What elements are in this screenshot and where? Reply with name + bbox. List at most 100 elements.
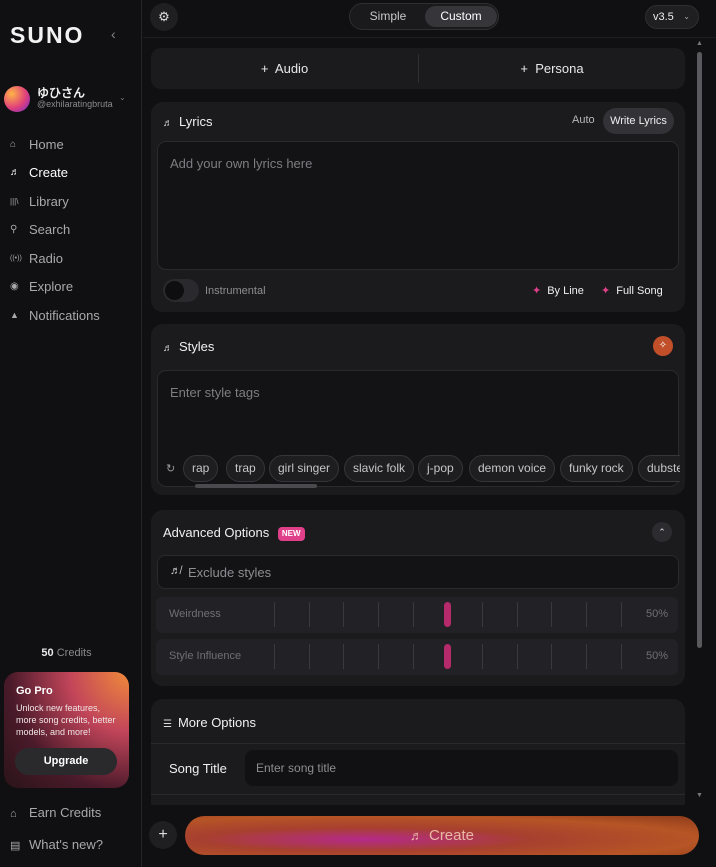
top-bar: ⚙ Simple Custom v3.5 ⌄: [143, 0, 716, 38]
styles-title-text: Styles: [179, 339, 215, 354]
list-icon: ☰: [163, 719, 172, 730]
settings-button[interactable]: ⚙: [150, 3, 178, 31]
lyrics-input[interactable]: Add your own lyrics here: [157, 141, 679, 270]
exclude-icon: ♬̸: [170, 565, 181, 577]
advanced-options-title[interactable]: Advanced Options NEW: [163, 525, 305, 541]
sidebar-item-label: Explore: [29, 279, 74, 295]
style-influence-label: Style Influence: [169, 650, 242, 662]
new-badge: NEW: [277, 527, 305, 541]
instrumental-toggle[interactable]: [163, 279, 199, 302]
go-pro-description: Unlock new features, more song credits, …: [16, 703, 116, 737]
tick: [378, 644, 379, 669]
styles-title: ♬ Styles: [163, 339, 214, 354]
slider-handle[interactable]: [444, 602, 451, 627]
exclude-styles-input[interactable]: ♬̸ Exclude styles: [157, 555, 679, 589]
full-song-label: Full Song: [616, 285, 663, 297]
scroll-up-icon[interactable]: ▲: [696, 40, 703, 47]
tick: [621, 644, 622, 669]
advanced-title-text: Advanced Options: [163, 525, 270, 540]
persona-label: Persona: [535, 61, 584, 76]
tick: [586, 644, 587, 669]
avatar[interactable]: [4, 86, 30, 112]
chevron-up-icon[interactable]: ⌃: [652, 522, 672, 542]
exclude-placeholder: Exclude styles: [188, 565, 272, 580]
sidebar-item-home[interactable]: ⌂ Home: [10, 130, 100, 159]
collapse-sidebar-icon[interactable]: ‹: [111, 26, 116, 42]
sidebar-item-explore[interactable]: ◉ Explore: [10, 273, 100, 302]
whats-new-link[interactable]: ▤ What's new?: [10, 837, 103, 852]
auto-lyrics-button[interactable]: Auto: [572, 114, 595, 126]
go-pro-title: Go Pro: [16, 685, 53, 697]
slider-handle[interactable]: [444, 644, 451, 669]
tick: [621, 602, 622, 627]
instrumental-label: Instrumental: [205, 285, 266, 297]
library-icon: |||\: [10, 196, 19, 206]
toggle-knob: [165, 281, 184, 300]
sidebar-item-radio[interactable]: ((•)) Radio: [10, 244, 100, 273]
tab-custom[interactable]: Custom: [425, 6, 497, 27]
sparkle-icon: ✦: [601, 285, 611, 297]
sidebar-item-label: Radio: [29, 250, 63, 266]
credits-number: 50: [41, 647, 54, 659]
weirdness-label: Weirdness: [169, 608, 221, 620]
styles-card: ♬ Styles ✧ Enter style tags: [151, 324, 685, 495]
style-influence-value: 50%: [645, 650, 668, 662]
suno-logo[interactable]: SUNO: [10, 22, 84, 49]
tab-simple[interactable]: Simple: [353, 6, 423, 27]
create-bar: + ♬ Create: [143, 806, 716, 867]
user-handle: @exhilaratingbruta: [37, 99, 113, 109]
add-button[interactable]: +: [149, 821, 177, 849]
lyrics-title-text: Lyrics: [179, 114, 213, 129]
song-title-input[interactable]: Enter song title: [245, 750, 678, 786]
gear-icon: ⚙: [158, 9, 170, 24]
style-influence-slider[interactable]: Style Influence 50%: [156, 639, 678, 675]
news-icon: ▤: [10, 840, 21, 852]
scrollbar-thumb[interactable]: [697, 52, 702, 648]
compass-icon: ◉: [10, 281, 19, 293]
sidebar-item-create[interactable]: ♬ Create: [10, 159, 100, 188]
song-title-label: Song Title: [169, 761, 227, 776]
tick: [309, 602, 310, 627]
more-options-card: ☰ More Options Song Title Enter song titl…: [151, 699, 685, 805]
chevron-down-icon: ⌄: [683, 12, 690, 21]
styles-input[interactable]: Enter style tags: [157, 370, 679, 487]
sidebar-item-notifications[interactable]: ▲ Notifications: [10, 301, 100, 330]
more-options-title[interactable]: ☰ More Options: [163, 715, 256, 730]
go-pro-card: Go Pro Unlock new features, more song cr…: [4, 672, 129, 788]
weirdness-value: 50%: [645, 608, 668, 620]
magic-wand-icon[interactable]: ✧: [653, 336, 673, 356]
sidebar-item-label: Search: [29, 222, 71, 238]
version-select[interactable]: v3.5 ⌄: [645, 5, 699, 29]
tick: [343, 644, 344, 669]
chevron-down-icon[interactable]: ⌄: [119, 93, 126, 102]
refresh-tags-icon[interactable]: ↻: [166, 462, 175, 475]
sidebar-item-library[interactable]: |||\ Library: [10, 187, 100, 216]
write-lyrics-button[interactable]: Write Lyrics: [603, 108, 674, 134]
sidebar-item-search[interactable]: ⚲ Search: [10, 216, 100, 245]
main-scrollbar[interactable]: ▲ ▼: [695, 40, 705, 800]
upgrade-button[interactable]: Upgrade: [15, 748, 117, 775]
mode-switch: Simple Custom: [349, 3, 499, 30]
by-line-button[interactable]: ✦ By Line: [532, 284, 584, 297]
tick: [378, 602, 379, 627]
scroll-down-icon[interactable]: ▼: [696, 792, 703, 799]
version-label: v3.5: [653, 11, 674, 23]
more-options-title-text: More Options: [177, 715, 257, 730]
create-button[interactable]: ♬ Create: [185, 816, 699, 855]
search-icon: ⚲: [10, 224, 18, 236]
styles-placeholder: Enter style tags: [170, 385, 260, 400]
lyrics-card: ♬ Lyrics Auto Write Lyrics Add your own l…: [151, 102, 685, 312]
full-song-button[interactable]: ✦ Full Song: [601, 284, 663, 297]
add-audio-button[interactable]: + Audio: [151, 48, 418, 89]
tags-scrollbar[interactable]: [195, 484, 317, 488]
add-persona-button[interactable]: + Persona: [419, 48, 685, 89]
bell-icon: ▲: [10, 310, 19, 321]
credits-count: 50 Credits: [0, 647, 133, 659]
tick: [586, 602, 587, 627]
earn-credits-link[interactable]: ⌂ Earn Credits: [10, 805, 101, 820]
lyrics-placeholder: Add your own lyrics here: [170, 156, 313, 171]
sidebar-nav: ⌂ Home ♬ Create |||\ Library ⚲ Search ((…: [10, 130, 100, 330]
audio-label: Audio: [274, 61, 309, 76]
weirdness-slider[interactable]: Weirdness 50%: [156, 597, 678, 633]
tick: [413, 644, 414, 669]
